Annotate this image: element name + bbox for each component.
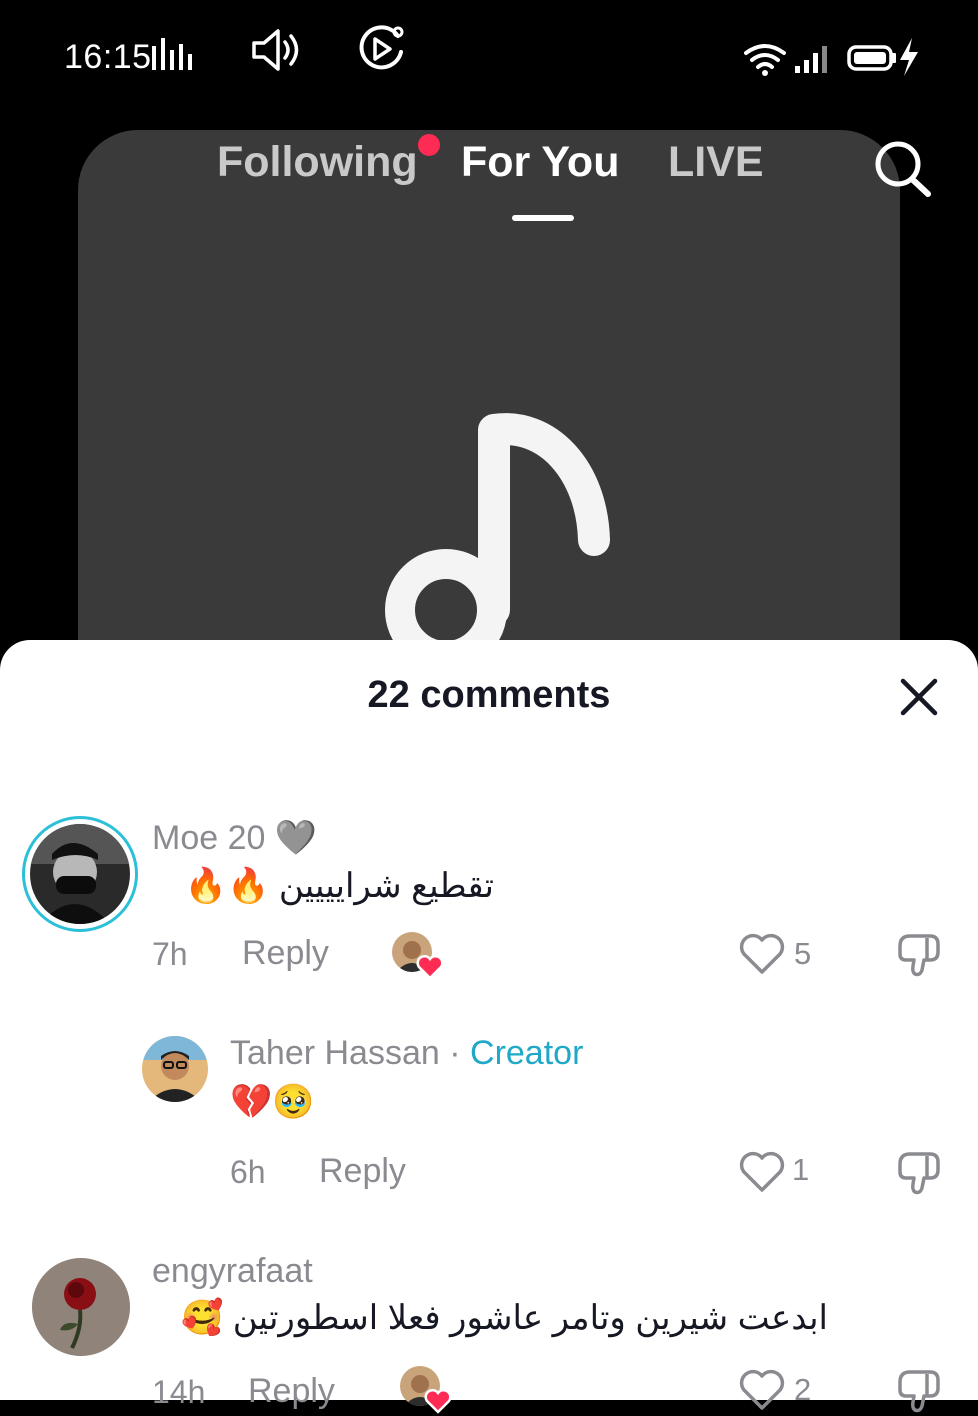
comments-title: 22 comments — [367, 674, 611, 716]
creator-heart-icon — [424, 1388, 452, 1414]
comment-username[interactable]: engyrafaat — [152, 1252, 313, 1291]
creator-heart-icon — [416, 954, 444, 980]
status-time: 16:15 — [64, 38, 152, 76]
avatar[interactable] — [22, 816, 138, 932]
comment-username[interactable]: Taher Hassan · Creator — [230, 1034, 583, 1073]
comments-sheet: 22 comments Moe 20 🩶 تقطيع شرايييين 🔥🔥 7… — [0, 640, 978, 1414]
comment-text: ابدعت شيرين وتامر عاشور فعلا اسطورتين 🥰 — [181, 1299, 828, 1337]
heart-outline-icon[interactable] — [738, 932, 786, 976]
grey-heart-emoji: 🩶 — [274, 819, 318, 857]
like-count: 5 — [794, 936, 812, 971]
like-count: 2 — [794, 1372, 812, 1407]
tab-for-you[interactable]: For You — [461, 138, 619, 187]
dislike-icon[interactable] — [894, 1366, 944, 1416]
reply-button[interactable]: Reply — [248, 1372, 335, 1411]
reply-button[interactable]: Reply — [319, 1152, 406, 1191]
cell-signal-icon — [795, 46, 827, 73]
username-text: Moe 20 — [152, 819, 266, 857]
search-icon[interactable] — [870, 136, 934, 200]
tab-live[interactable]: LIVE — [668, 138, 764, 187]
comment-time: 14h — [152, 1374, 206, 1410]
avatar[interactable] — [142, 1036, 208, 1102]
notification-dot — [418, 134, 440, 156]
comment-text: 💔🥹 — [230, 1083, 315, 1121]
like-count: 1 — [792, 1152, 810, 1187]
heart-outline-icon[interactable] — [738, 1368, 786, 1412]
status-bar: 16:15 — [0, 0, 978, 110]
close-icon[interactable] — [898, 676, 940, 718]
wifi-icon — [744, 44, 786, 76]
comment-item: engyrafaat ابدعت شيرين وتامر عاشور فعلا … — [0, 1250, 978, 1414]
avatar[interactable] — [32, 1258, 130, 1356]
active-tab-indicator — [512, 215, 574, 221]
reply-button[interactable]: Reply — [242, 934, 329, 973]
username-text: engyrafaat — [152, 1252, 313, 1290]
dislike-icon[interactable] — [894, 930, 944, 980]
separator-dot: · — [449, 1034, 461, 1072]
heart-outline-icon[interactable] — [738, 1150, 786, 1194]
comment-username[interactable]: Moe 20 🩶 — [152, 818, 317, 858]
creator-badge: Creator — [470, 1034, 584, 1072]
username-text: Taher Hassan — [230, 1034, 440, 1072]
comment-time: 6h — [230, 1154, 266, 1190]
comment-text: تقطيع شرايييين 🔥🔥 — [184, 867, 494, 905]
comment-item: Moe 20 🩶 تقطيع شرايييين 🔥🔥 7h Reply 5 — [0, 810, 978, 980]
music-note-icon — [385, 413, 610, 650]
dislike-icon[interactable] — [894, 1148, 944, 1198]
feed-tabs: Following For You LIVE — [0, 138, 978, 198]
comment-time: 7h — [152, 936, 188, 972]
reply-item: Taher Hassan · Creator 💔🥹 6h Reply 1 — [0, 1030, 978, 1210]
battery-charging-icon — [847, 38, 918, 76]
tab-following[interactable]: Following — [217, 138, 418, 187]
screen-record-icon — [359, 25, 404, 70]
volume-icon — [252, 29, 299, 71]
signal-activity-icon — [152, 38, 192, 70]
